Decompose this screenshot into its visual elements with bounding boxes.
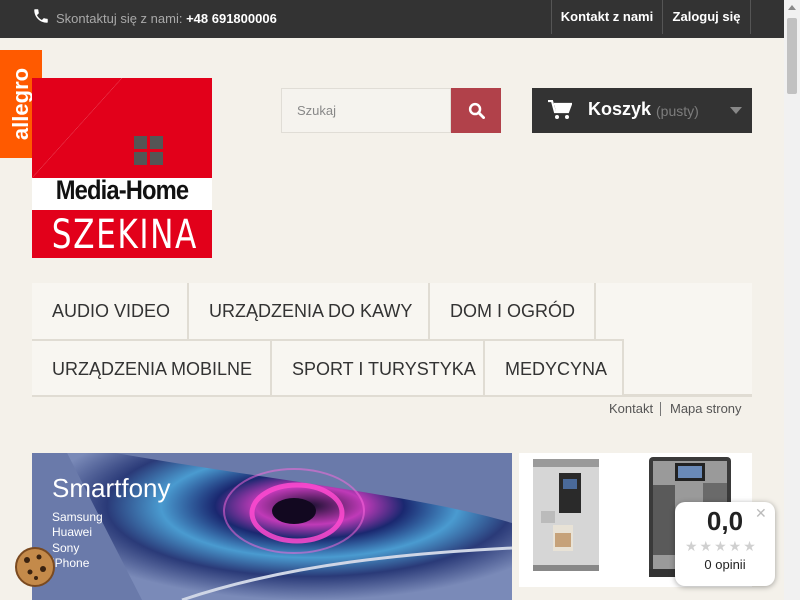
logo-text-szekina: SZEKINA — [51, 212, 198, 258]
contact-prefix: Skontaktuj się z nami: — [56, 11, 183, 26]
close-icon[interactable]: ✕ — [755, 505, 767, 522]
logo-text-media-home: Media-Home — [55, 175, 189, 205]
banner-brand-samsung: Samsung — [52, 510, 103, 524]
banner-brand-huawei: Huawei — [52, 525, 93, 539]
top-bar: Skontaktuj się z nami: +48 691800006 Kon… — [0, 0, 784, 38]
banner-brand-sony: Sony — [52, 541, 80, 555]
rating-widget[interactable]: 0,0 ✕ ★★★★★ 0 opinii — [675, 502, 775, 586]
menu-item-mobile-devices[interactable]: URZĄDZENIA MOBILNE — [32, 339, 272, 395]
menu-item-home-garden[interactable]: DOM I OGRÓD — [430, 283, 596, 339]
contact-info: Skontaktuj się z nami: +48 691800006 — [56, 11, 277, 26]
banner-brand-iphone: iPhone — [52, 556, 90, 570]
main-menu: AUDIO VIDEO URZĄDZENIA DO KAWY DOM I OGR… — [32, 283, 752, 397]
phone-icon — [34, 9, 48, 23]
allegro-label: allegro — [8, 67, 33, 141]
sitemap-link[interactable]: Mapa strony — [670, 401, 742, 416]
menu-item-medicine[interactable]: MEDYCYNA — [485, 339, 624, 395]
rating-stars: ★★★★★ — [685, 538, 758, 554]
menu-item-audio-video[interactable]: AUDIO VIDEO — [32, 283, 189, 339]
smartphones-banner[interactable]: Smartfony Samsung Huawei Sony iPhone — [32, 453, 512, 600]
banner-title: Smartfony — [52, 473, 171, 503]
page-scrollbar[interactable] — [784, 0, 800, 600]
link-separator — [660, 402, 661, 416]
search-input[interactable] — [281, 88, 451, 133]
cart-dropdown[interactable]: Koszyk (pusty) — [532, 88, 752, 133]
search-box — [281, 88, 501, 133]
cart-label: Koszyk — [588, 99, 652, 119]
store-logo[interactable]: Media-Home SZEKINA — [32, 78, 212, 258]
scroll-up-arrow-icon[interactable] — [788, 5, 796, 10]
shopping-cart-icon — [548, 100, 572, 119]
search-button[interactable] — [451, 88, 501, 133]
contact-us-link[interactable]: Kontakt z nami — [551, 0, 662, 34]
login-link[interactable]: Zaloguj się — [662, 0, 751, 34]
contact-link[interactable]: Kontakt — [609, 401, 653, 416]
search-icon — [468, 102, 485, 119]
menu-item-sport-tourism[interactable]: SPORT I TURYSTYKA — [272, 339, 485, 395]
phone-number[interactable]: +48 691800006 — [186, 11, 277, 26]
menu-item-coffee-machines[interactable]: URZĄDZENIA DO KAWY — [189, 283, 430, 339]
review-count: 0 opinii — [704, 557, 746, 572]
chevron-down-icon — [730, 107, 742, 114]
cookie-icon[interactable] — [14, 546, 56, 588]
cart-status: (pusty) — [656, 103, 699, 119]
scrollbar-thumb[interactable] — [787, 18, 797, 94]
